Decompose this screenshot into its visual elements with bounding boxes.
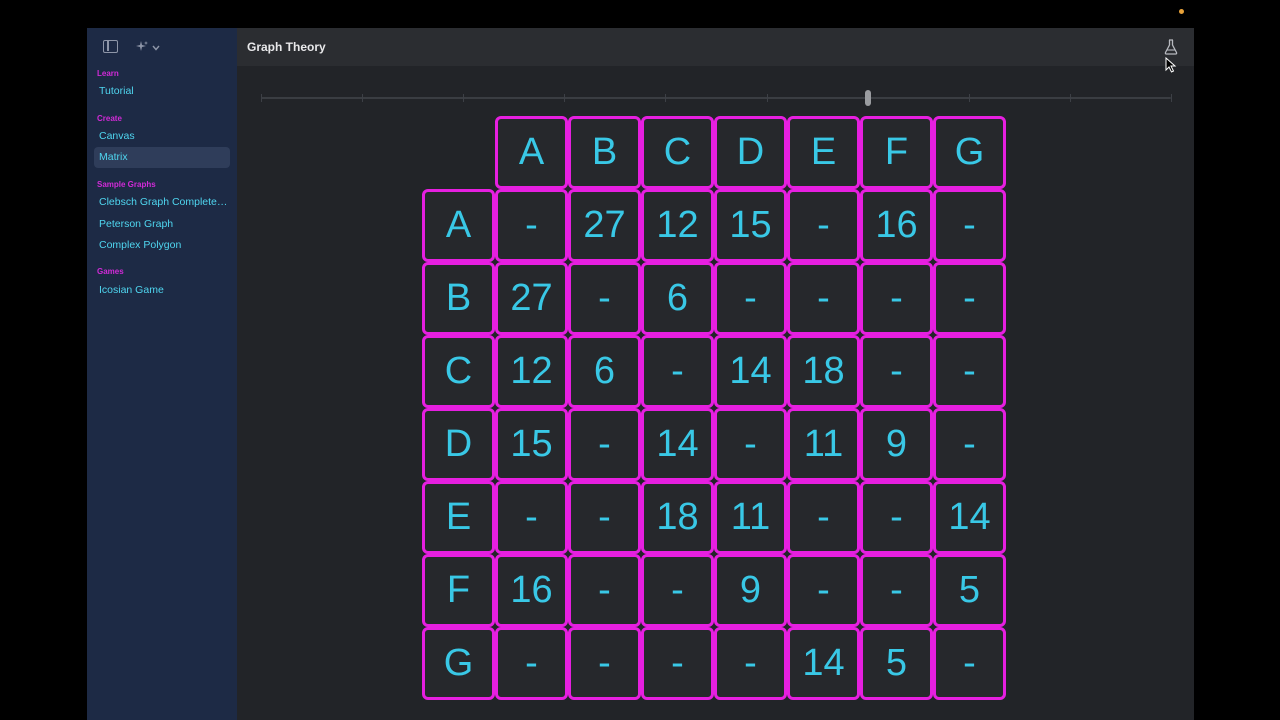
sparkle-icon (136, 41, 148, 51)
slider-thumb[interactable] (865, 90, 871, 106)
matrix-cell-e-e[interactable]: - (787, 481, 860, 554)
slider-tick (665, 94, 666, 102)
sparkle-menu-button[interactable] (135, 39, 161, 55)
matrix-cell-a-c[interactable]: 12 (641, 189, 714, 262)
matrix-cell-c-d[interactable]: 14 (714, 335, 787, 408)
matrix-cell-e-f[interactable]: - (860, 481, 933, 554)
sidebar: Learn Tutorial Create Canvas Matrix Sample Gr… (87, 28, 237, 720)
matrix-cell-d-e[interactable]: 11 (787, 408, 860, 481)
sidebar-item-tutorial[interactable]: Tutorial (94, 81, 230, 102)
matrix-cell-f-f[interactable]: - (860, 554, 933, 627)
row-header-g: G (422, 627, 495, 700)
matrix-cell-b-d[interactable]: - (714, 262, 787, 335)
zoom-slider[interactable] (261, 90, 1172, 106)
matrix-cell-a-d[interactable]: 15 (714, 189, 787, 262)
matrix-cell-f-a[interactable]: 16 (495, 554, 568, 627)
matrix-cell-c-f[interactable]: - (860, 335, 933, 408)
matrix-cell-f-e[interactable]: - (787, 554, 860, 627)
matrix-cell-b-c[interactable]: 6 (641, 262, 714, 335)
chevron-down-icon (152, 45, 160, 51)
column-header-a: A (495, 116, 568, 189)
matrix-cell-g-f[interactable]: 5 (860, 627, 933, 700)
matrix-cell-d-c[interactable]: 14 (641, 408, 714, 481)
matrix-cell-e-d[interactable]: 11 (714, 481, 787, 554)
matrix-cell-e-g[interactable]: 14 (933, 481, 1006, 554)
matrix-cell-d-a[interactable]: 15 (495, 408, 568, 481)
row-header-c: C (422, 335, 495, 408)
sidebar-item-clebsch-graph-complete-graph[interactable]: Clebsch Graph Complete Graph (94, 192, 230, 213)
matrix-cell-c-b[interactable]: 6 (568, 335, 641, 408)
sidebar-item-peterson-graph[interactable]: Peterson Graph (94, 214, 230, 235)
slider-track (261, 97, 1171, 99)
matrix-cell-c-c[interactable]: - (641, 335, 714, 408)
main-header: Graph Theory (237, 28, 1194, 66)
app-window: Learn Tutorial Create Canvas Matrix Sample Gr… (87, 28, 1194, 720)
sidebar-section-create: Create (97, 114, 122, 123)
column-header-c: C (641, 116, 714, 189)
matrix-cell-c-e[interactable]: 18 (787, 335, 860, 408)
matrix-cell-a-g[interactable]: - (933, 189, 1006, 262)
matrix-cell-c-g[interactable]: - (933, 335, 1006, 408)
column-header-b: B (568, 116, 641, 189)
slider-tick (1070, 94, 1071, 102)
matrix-cell-b-e[interactable]: - (787, 262, 860, 335)
slider-tick (261, 94, 262, 102)
slider-tick (969, 94, 970, 102)
row-header-a: A (422, 189, 495, 262)
sidebar-item-canvas[interactable]: Canvas (94, 126, 230, 147)
column-header-d: D (714, 116, 787, 189)
matrix-cell-c-a[interactable]: 12 (495, 335, 568, 408)
row-header-d: D (422, 408, 495, 481)
matrix-cell-d-d[interactable]: - (714, 408, 787, 481)
matrix-cell-e-a[interactable]: - (495, 481, 568, 554)
matrix-cell-b-b[interactable]: - (568, 262, 641, 335)
slider-tick (564, 94, 565, 102)
row-header-f: F (422, 554, 495, 627)
matrix-cell-a-b[interactable]: 27 (568, 189, 641, 262)
matrix-cell-g-d[interactable]: - (714, 627, 787, 700)
slider-tick (362, 94, 363, 102)
matrix-cell-a-e[interactable]: - (787, 189, 860, 262)
matrix-cell-b-a[interactable]: 27 (495, 262, 568, 335)
mouse-cursor (1165, 57, 1177, 73)
matrix-cell-g-g[interactable]: - (933, 627, 1006, 700)
matrix-cell-d-f[interactable]: 9 (860, 408, 933, 481)
row-header-e: E (422, 481, 495, 554)
matrix-cell-b-g[interactable]: - (933, 262, 1006, 335)
sidebar-section-learn: Learn (97, 69, 119, 78)
slider-tick (463, 94, 464, 102)
row-header-b: B (422, 262, 495, 335)
sidebar-item-icosian-game[interactable]: Icosian Game (94, 280, 230, 301)
matrix-cell-e-b[interactable]: - (568, 481, 641, 554)
matrix-cell-g-c[interactable]: - (641, 627, 714, 700)
matrix-cell-f-g[interactable]: 5 (933, 554, 1006, 627)
flask-icon[interactable] (1164, 39, 1178, 55)
slider-tick (1171, 94, 1172, 102)
matrix-cell-f-b[interactable]: - (568, 554, 641, 627)
recording-indicator (1179, 9, 1184, 14)
matrix-cell-f-c[interactable]: - (641, 554, 714, 627)
matrix-cell-g-e[interactable]: 14 (787, 627, 860, 700)
column-header-g: G (933, 116, 1006, 189)
sidebar-item-matrix[interactable]: Matrix (94, 147, 230, 168)
matrix-cell-b-f[interactable]: - (860, 262, 933, 335)
sidebar-toggle-icon[interactable] (103, 40, 118, 53)
matrix-cell-e-c[interactable]: 18 (641, 481, 714, 554)
sidebar-section-sample-graphs: Sample Graphs (97, 180, 156, 189)
matrix-cell-g-b[interactable]: - (568, 627, 641, 700)
matrix-cell-f-d[interactable]: 9 (714, 554, 787, 627)
matrix-cell-g-a[interactable]: - (495, 627, 568, 700)
matrix-cell-a-f[interactable]: 16 (860, 189, 933, 262)
slider-tick (767, 94, 768, 102)
page-title: Graph Theory (247, 40, 326, 54)
matrix-cell-a-a[interactable]: - (495, 189, 568, 262)
matrix-cell-d-g[interactable]: - (933, 408, 1006, 481)
matrix-cell-d-b[interactable]: - (568, 408, 641, 481)
sidebar-item-complex-polygon[interactable]: Complex Polygon (94, 235, 230, 256)
sidebar-toolbar (87, 28, 237, 66)
column-header-e: E (787, 116, 860, 189)
sidebar-section-games: Games (97, 267, 124, 276)
column-header-f: F (860, 116, 933, 189)
